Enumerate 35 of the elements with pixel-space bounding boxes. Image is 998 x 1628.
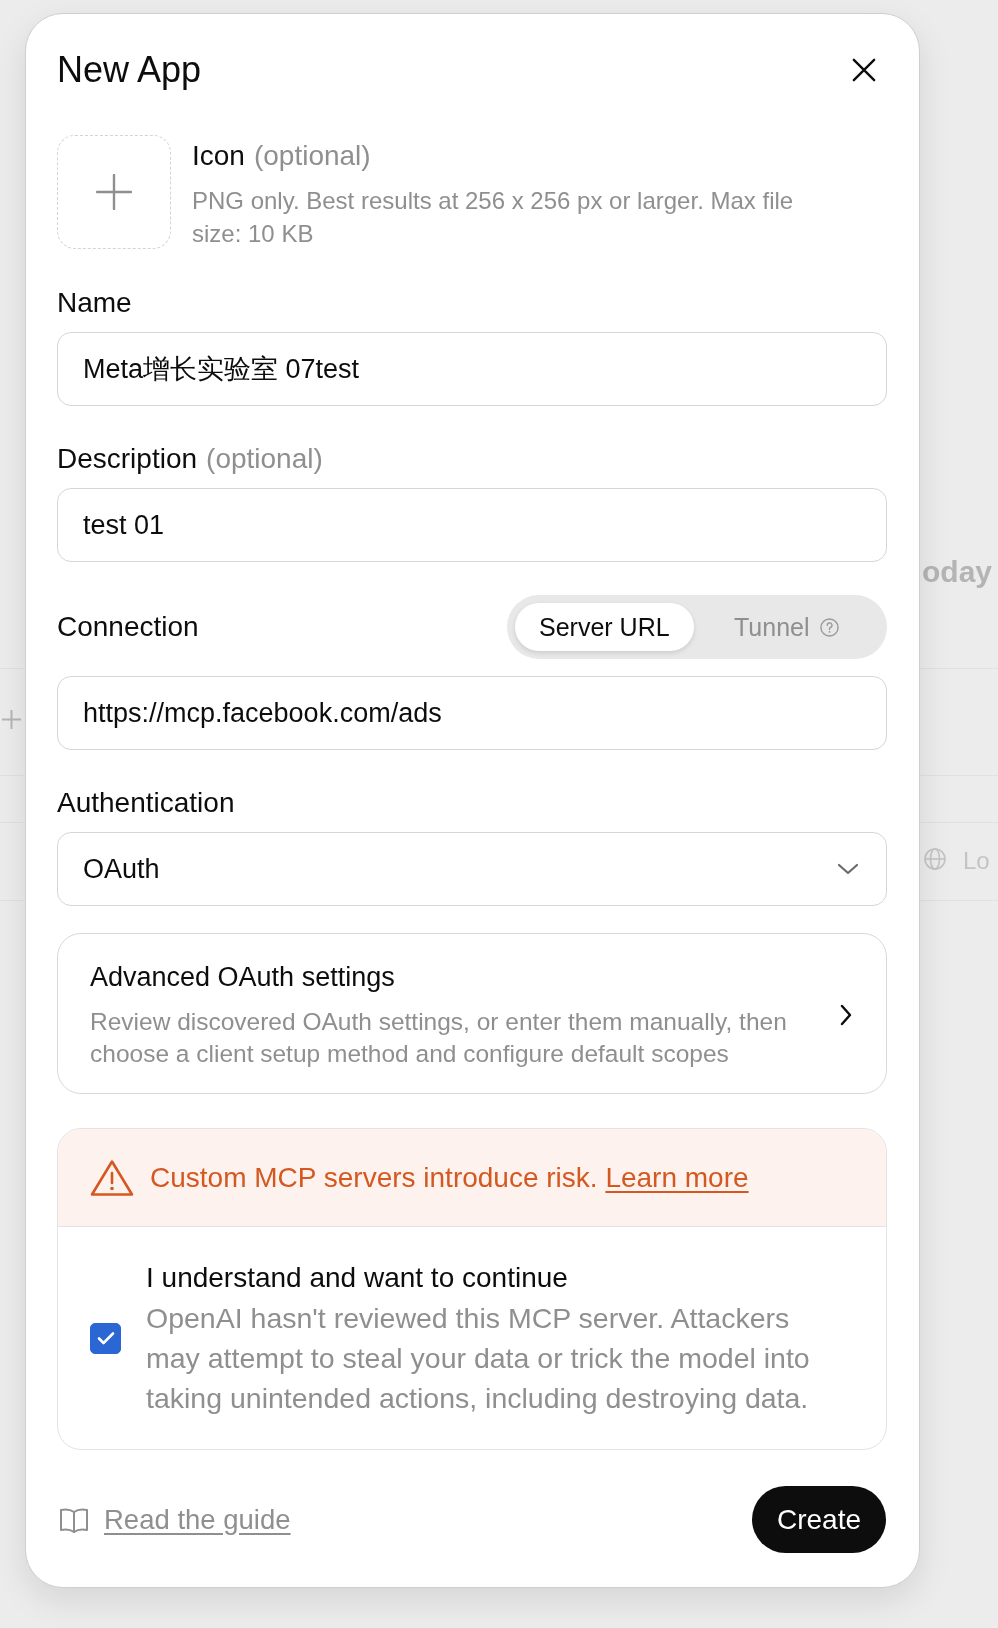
help-text: PNG only. Best results at 256 x 256 px or larger. Max file size: 10 KB <box>192 186 795 249</box>
field-label: Name <box>57 286 132 320</box>
text-input[interactable]: test 01 <box>57 488 887 562</box>
plus-icon <box>0 708 23 731</box>
dialog-title: New App <box>57 48 202 92</box>
card-description: Review discovered OAuth settings, or enter them manually, then choose a client setup method and configure default scopes <box>90 1007 788 1069</box>
page-heading: oday <box>922 554 993 590</box>
optional-hint: (optional) <box>206 442 323 476</box>
close-button[interactable] <box>852 58 876 82</box>
check-icon <box>96 1331 115 1345</box>
learn-more-link[interactable]: Learn more <box>605 1161 749 1193</box>
plus-icon <box>96 174 132 210</box>
field-label: Icon <box>192 139 245 173</box>
field-label: Description <box>57 442 198 476</box>
advanced-settings-card[interactable]: Advanced OAuth settings Review discovered OAuth settings, or enter them manually, then choose a client setup method and configure default scopes <box>57 933 887 1094</box>
icon-upload-tile[interactable] <box>57 135 171 249</box>
card-title: Advanced OAuth settings <box>90 961 396 994</box>
chevron-down-icon <box>837 863 859 875</box>
chevron-right-icon <box>840 1003 852 1026</box>
globe-icon <box>924 848 946 870</box>
url-input[interactable]: https://mcp.facebook.com/ads <box>57 676 887 750</box>
text-input[interactable]: Meta增长实验室 07test <box>57 332 887 406</box>
mode-tab[interactable]: Server URL <box>515 603 694 651</box>
auth-select[interactable]: OAuth <box>57 832 887 906</box>
field-label: Authentication <box>57 786 235 820</box>
warning-text: Custom MCP servers introduce risk. Learn more <box>150 1161 749 1194</box>
warning-icon <box>90 1158 134 1197</box>
create-button[interactable]: Create <box>751 1486 886 1553</box>
checkbox[interactable] <box>90 1322 121 1354</box>
consent-description: OpenAI hasn't reviewed this MCP server. Attackers may attempt to steal your data or trick the model into taking unintended actions, including destroying data. <box>146 1301 811 1416</box>
field-label: Connection <box>57 610 199 644</box>
optional-hint: (optional) <box>253 139 371 173</box>
close-icon <box>852 58 876 82</box>
book-icon <box>59 1505 89 1534</box>
consent-title: I understand and want to continue <box>146 1261 569 1295</box>
